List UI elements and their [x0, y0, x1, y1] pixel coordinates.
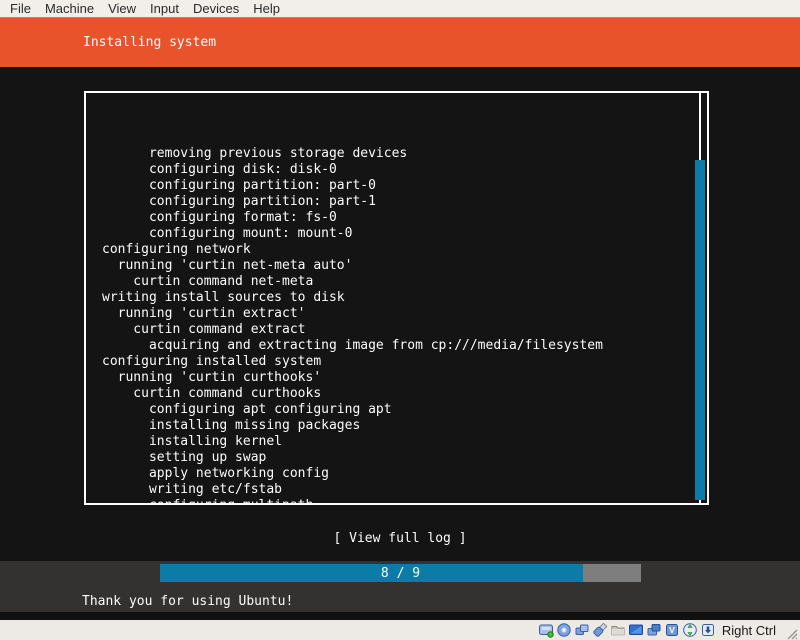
host-key-label: Right Ctrl — [722, 623, 776, 638]
shared-folders-icon[interactable] — [610, 622, 626, 638]
log-line: removing previous storage devices — [102, 146, 691, 162]
installer-header: Installing system — [0, 18, 800, 67]
installer-body: removing previous storage devices config… — [0, 67, 800, 561]
log-line: setting up swap — [102, 450, 691, 466]
install-progress-bar: 8 / 9 — [160, 564, 641, 582]
menu-input[interactable]: Input — [143, 0, 186, 17]
log-line: acquiring and extracting image from cp:/… — [102, 338, 691, 354]
log-line: configuring format: fs-0 — [102, 210, 691, 226]
log-line: writing install sources to disk — [102, 290, 691, 306]
menu-view[interactable]: View — [101, 0, 143, 17]
hard-disk-icon[interactable] — [538, 622, 554, 638]
log-line: configuring partition: part-1 — [102, 194, 691, 210]
vm-screen-edge — [0, 612, 800, 620]
recording-icon[interactable] — [646, 622, 662, 638]
log-line: configuring network — [102, 242, 691, 258]
usb-icon[interactable] — [592, 622, 608, 638]
install-log-lines: removing previous storage devices config… — [86, 98, 691, 503]
installer-footer: 8 / 9 Thank you for using Ubuntu! — [0, 561, 800, 612]
log-line: installing kernel — [102, 434, 691, 450]
features-icon[interactable]: V — [664, 622, 680, 638]
optical-disc-icon[interactable] — [556, 622, 572, 638]
keyboard-capture-icon[interactable] — [700, 622, 716, 638]
statusbar: V Right Ctrl — [0, 620, 800, 640]
log-line: curtin command net-meta — [102, 274, 691, 290]
progress-label: 8 / 9 — [160, 564, 641, 582]
mouse-integration-icon[interactable] — [682, 622, 698, 638]
view-full-log-button[interactable]: [ View full log ] — [0, 531, 800, 546]
log-line: running 'curtin net-meta auto' — [102, 258, 691, 274]
menu-devices[interactable]: Devices — [186, 0, 246, 17]
log-line: configuring mount: mount-0 — [102, 226, 691, 242]
log-line: writing etc/fstab — [102, 482, 691, 498]
log-line: configuring partition: part-0 — [102, 178, 691, 194]
log-line: running 'curtin curthooks' — [102, 370, 691, 386]
log-line: configuring multipath — [102, 498, 691, 503]
log-line: installing missing packages — [102, 418, 691, 434]
svg-text:V: V — [669, 625, 675, 635]
page-title: Installing system — [83, 35, 216, 50]
log-line: running 'curtin extract' — [102, 306, 691, 322]
menu-help[interactable]: Help — [246, 0, 287, 17]
resize-grip-icon[interactable] — [782, 624, 798, 640]
menu-file[interactable]: File — [3, 0, 38, 17]
log-line: configuring apt configuring apt — [102, 402, 691, 418]
log-line: configuring installed system — [102, 354, 691, 370]
network-icon[interactable] — [574, 622, 590, 638]
menubar: File Machine View Input Devices Help — [0, 0, 800, 18]
log-line: configuring disk: disk-0 — [102, 162, 691, 178]
virtualbox-window: File Machine View Input Devices Help Ins… — [0, 0, 800, 640]
thank-you-message: Thank you for using Ubuntu! — [82, 594, 293, 609]
menu-machine[interactable]: Machine — [38, 0, 101, 17]
display-icon[interactable] — [628, 622, 644, 638]
scrollbar-thumb[interactable] — [695, 160, 705, 500]
log-line: curtin command extract — [102, 322, 691, 338]
log-line: curtin command curthooks — [102, 386, 691, 402]
log-line: apply networking config — [102, 466, 691, 482]
install-log-box: removing previous storage devices config… — [84, 91, 709, 505]
